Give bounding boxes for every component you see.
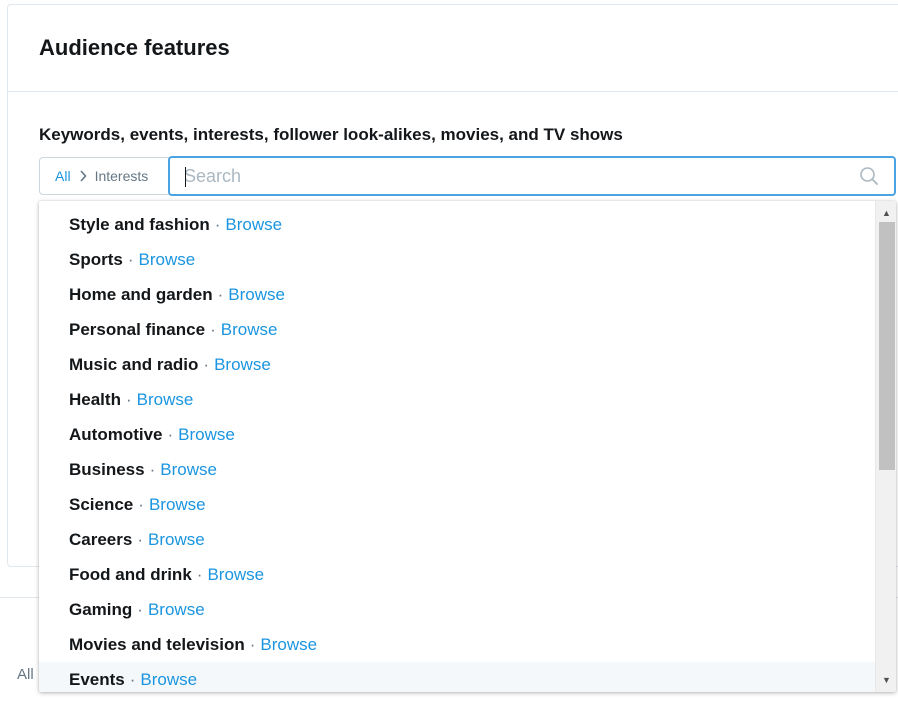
separator-dot: · (214, 214, 221, 234)
list-item[interactable]: Events · Browse (39, 662, 875, 692)
browse-link[interactable]: Browse (214, 355, 271, 375)
interest-name[interactable]: Style and fashion (69, 215, 210, 235)
card-title: Audience features (39, 35, 230, 60)
separator-dot: · (217, 284, 224, 304)
browse-link[interactable]: Browse (207, 565, 264, 585)
list-item[interactable]: Style and fashion · Browse (39, 207, 875, 242)
browse-link[interactable]: Browse (139, 250, 196, 270)
separator-dot: · (210, 319, 216, 339)
interest-name[interactable]: Business (69, 460, 145, 480)
separator-dot: · (137, 529, 143, 549)
separator-dot: · (149, 459, 156, 479)
interest-name[interactable]: Music and radio (69, 355, 198, 375)
browse-link[interactable]: Browse (260, 635, 317, 655)
interest-name[interactable]: Events (69, 670, 125, 690)
breadcrumb-all-link[interactable]: All (55, 168, 71, 184)
list-item[interactable]: Food and drink · Browse (39, 557, 875, 592)
interests-list: Style and fashion · Browse Sports · Browse Hom… (39, 207, 875, 692)
browse-link[interactable]: Browse (228, 285, 285, 305)
list-item[interactable]: Movies and television · Browse (39, 627, 875, 662)
list-item[interactable]: Business · Browse (39, 452, 875, 487)
list-item[interactable]: Careers · Browse (39, 522, 875, 557)
list-item[interactable]: Sports · Browse (39, 242, 875, 277)
separator-dot: · (138, 494, 144, 514)
interest-name[interactable]: Careers (69, 530, 132, 550)
breadcrumb: All Interests (39, 157, 170, 195)
scroll-down-arrow-icon[interactable]: ▼ (876, 670, 896, 690)
search-icon[interactable] (858, 165, 880, 187)
background-all-label: All (17, 666, 34, 683)
breadcrumb-current: Interests (94, 168, 149, 184)
browse-link[interactable]: Browse (149, 495, 206, 515)
browse-link[interactable]: Browse (221, 320, 278, 340)
interests-dropdown: Style and fashion · Browse Sports · Browse Hom… (39, 201, 896, 692)
separator-dot: · (127, 249, 134, 269)
interest-name[interactable]: Food and drink (69, 565, 192, 585)
separator-dot: · (129, 669, 136, 689)
separator-dot: · (249, 634, 256, 654)
interest-name[interactable]: Health (69, 390, 121, 410)
browse-link[interactable]: Browse (148, 600, 205, 620)
text-caret (185, 167, 186, 187)
list-item[interactable]: Personal finance · Browse (39, 312, 875, 347)
browse-link[interactable]: Browse (178, 425, 235, 445)
separator-dot: · (203, 354, 210, 374)
browse-link[interactable]: Browse (140, 670, 197, 690)
list-item[interactable]: Health · Browse (39, 382, 875, 417)
separator-dot: · (167, 424, 174, 444)
interest-name[interactable]: Personal finance (69, 320, 205, 340)
list-item[interactable]: Home and garden · Browse (39, 277, 875, 312)
interest-name[interactable]: Movies and television (69, 635, 245, 655)
dropdown-scrollbar[interactable]: ▲ ▼ (875, 201, 896, 692)
card-header: Audience features (8, 5, 898, 92)
chevron-right-icon (79, 170, 87, 182)
separator-dot: · (196, 564, 203, 584)
list-item[interactable]: Gaming · Browse (39, 592, 875, 627)
search-box (168, 156, 896, 196)
browse-link[interactable]: Browse (148, 530, 205, 550)
list-item[interactable]: Automotive · Browse (39, 417, 875, 452)
targeting-section-label: Keywords, events, interests, follower lo… (39, 125, 623, 144)
browse-link[interactable]: Browse (225, 215, 282, 235)
browse-link[interactable]: Browse (137, 390, 194, 410)
interest-name[interactable]: Home and garden (69, 285, 213, 305)
search-input[interactable] (170, 158, 858, 194)
list-item[interactable]: Science · Browse (39, 487, 875, 522)
interest-name[interactable]: Science (69, 495, 133, 515)
interest-name[interactable]: Sports (69, 250, 123, 270)
scroll-up-arrow-icon[interactable]: ▲ (876, 203, 896, 223)
list-item[interactable]: Music and radio · Browse (39, 347, 875, 382)
interest-name[interactable]: Gaming (69, 600, 132, 620)
separator-dot: · (125, 389, 132, 409)
separator-dot: · (137, 599, 143, 619)
browse-link[interactable]: Browse (160, 460, 217, 480)
interest-name[interactable]: Automotive (69, 425, 163, 445)
scroll-thumb[interactable] (879, 222, 895, 470)
